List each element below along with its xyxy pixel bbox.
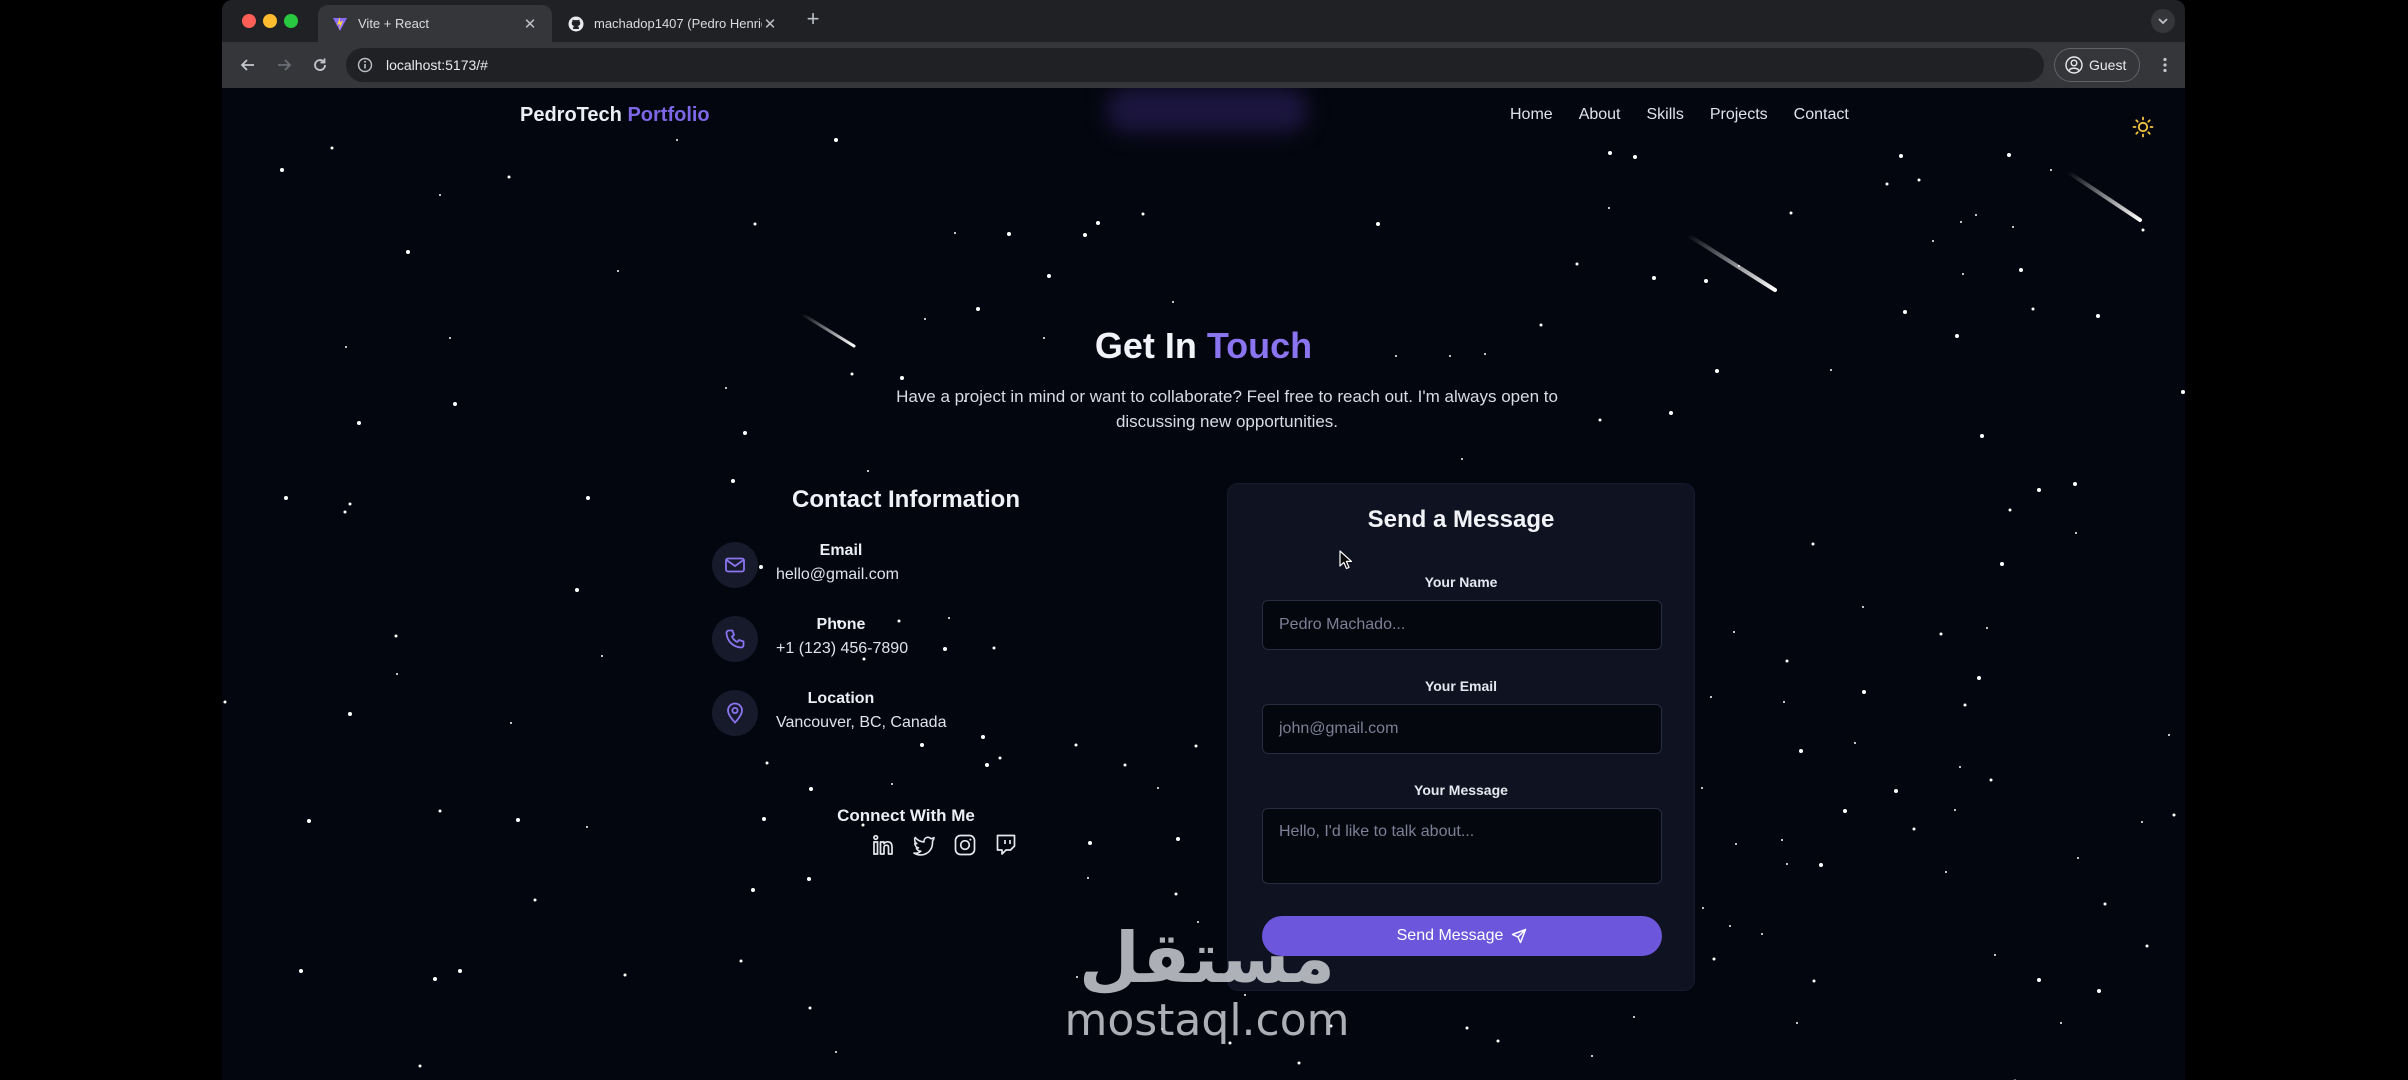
tab-vite-react[interactable]: Vite + React ✕ [318, 5, 552, 42]
contact-email-value[interactable]: hello@gmail.com [776, 566, 899, 584]
header-glow [1107, 88, 1307, 132]
url-text: localhost:5173/# [386, 57, 488, 73]
email-label: Your Email [1424, 678, 1498, 694]
chevron-down-icon [2158, 18, 2168, 25]
twitter-icon[interactable] [911, 832, 937, 858]
send-message-label: Send Message [1396, 927, 1504, 944]
contact-form-card: Send a Message Your Name Your Email Your… [1228, 484, 1694, 990]
contact-location-value: Vancouver, BC, Canada [776, 714, 947, 731]
mail-icon [712, 542, 758, 588]
tab-close-icon[interactable]: ✕ [762, 15, 778, 33]
minimize-window-button[interactable] [263, 14, 277, 28]
connect-title: Connect With Me [837, 806, 975, 825]
social-links [870, 832, 1019, 858]
main-nav: Home About Skills Projects Contact [1510, 106, 1849, 124]
back-button[interactable] [236, 53, 260, 77]
twitch-icon[interactable] [993, 832, 1019, 858]
tab-github[interactable]: machadop1407 (Pedro Henrique) ✕ [554, 5, 792, 42]
section-title: Get In Touch [222, 325, 2185, 367]
section-title-accent: Touch [1206, 325, 1313, 366]
page-viewport: PedroTech Portfolio Home About Skills Pr… [222, 88, 2185, 1080]
sun-icon[interactable] [2132, 116, 2154, 138]
profile-button[interactable]: Guest [2054, 48, 2140, 82]
brand-accent: Portfolio [627, 104, 710, 126]
new-tab-button[interactable]: + [802, 8, 824, 31]
message-textarea[interactable] [1262, 808, 1662, 884]
form-title: Send a Message [1367, 506, 1555, 533]
section-subtitle: Have a project in mind or want to collab… [896, 387, 1558, 431]
profile-icon [2065, 56, 2083, 74]
contact-email-label: Email [819, 542, 863, 559]
tab-bar: Vite + React ✕ machadop1407 (Pedro Henri… [222, 0, 2185, 42]
profile-label: Guest [2089, 57, 2127, 73]
contact-phone-row: Phone +1 (123) 456-7890 [712, 616, 1032, 676]
watermark-arabic: مستقل [1078, 917, 1335, 999]
contact-info-title: Contact Information [792, 486, 1020, 513]
watermark-latin: mostaql.com [1064, 995, 1350, 1046]
forward-button[interactable] [272, 53, 296, 77]
mostaql-watermark: مستقل mostaql.com [1062, 918, 1352, 1044]
nav-link-skills[interactable]: Skills [1647, 106, 1684, 124]
tab-close-icon[interactable]: ✕ [522, 15, 538, 33]
email-input[interactable] [1262, 704, 1662, 754]
kebab-menu-icon [2163, 57, 2167, 73]
browser-toolbar: localhost:5173/# Guest [222, 42, 2185, 88]
site-info-icon[interactable] [356, 56, 374, 74]
contact-phone-value[interactable]: +1 (123) 456-7890 [776, 640, 908, 658]
contact-location-row: Location Vancouver, BC, Canada [712, 690, 1032, 750]
nav-link-projects[interactable]: Projects [1710, 106, 1768, 124]
tab-title: Vite + React [358, 16, 429, 31]
map-pin-icon [712, 690, 758, 736]
tab-search-button[interactable] [2151, 9, 2175, 33]
browser-window: Vite + React ✕ machadop1407 (Pedro Henri… [222, 0, 2185, 1080]
contact-email-row: Email hello@gmail.com [712, 542, 1032, 602]
github-icon [568, 16, 584, 31]
browser-menu-button[interactable] [2157, 53, 2173, 77]
brand-logo[interactable]: PedroTech Portfolio [520, 104, 710, 127]
name-input[interactable] [1262, 600, 1662, 650]
phone-icon [712, 616, 758, 662]
nav-link-contact[interactable]: Contact [1794, 106, 1849, 124]
contact-phone-label: Phone [816, 616, 866, 633]
maximize-window-button[interactable] [284, 14, 298, 28]
brand-name: PedroTech [520, 104, 622, 126]
vite-icon [333, 16, 347, 31]
nav-link-about[interactable]: About [1579, 106, 1621, 124]
reload-icon [314, 58, 326, 71]
mouse-cursor-icon [1339, 550, 1353, 570]
close-window-button[interactable] [242, 14, 256, 28]
section-title-main: Get In [1094, 325, 1197, 366]
arrow-right-icon [278, 59, 292, 71]
instagram-icon[interactable] [952, 832, 978, 858]
tab-title: machadop1407 (Pedro Henrique) [594, 16, 762, 31]
contact-location-label: Location [807, 690, 875, 707]
address-bar[interactable]: localhost:5173/# [346, 48, 2044, 82]
reload-button[interactable] [308, 53, 332, 77]
arrow-left-icon [240, 59, 254, 71]
send-icon [1512, 928, 1527, 944]
name-label: Your Name [1424, 574, 1498, 590]
linkedin-icon[interactable] [870, 832, 896, 858]
message-label: Your Message [1414, 782, 1508, 798]
nav-link-home[interactable]: Home [1510, 106, 1553, 124]
